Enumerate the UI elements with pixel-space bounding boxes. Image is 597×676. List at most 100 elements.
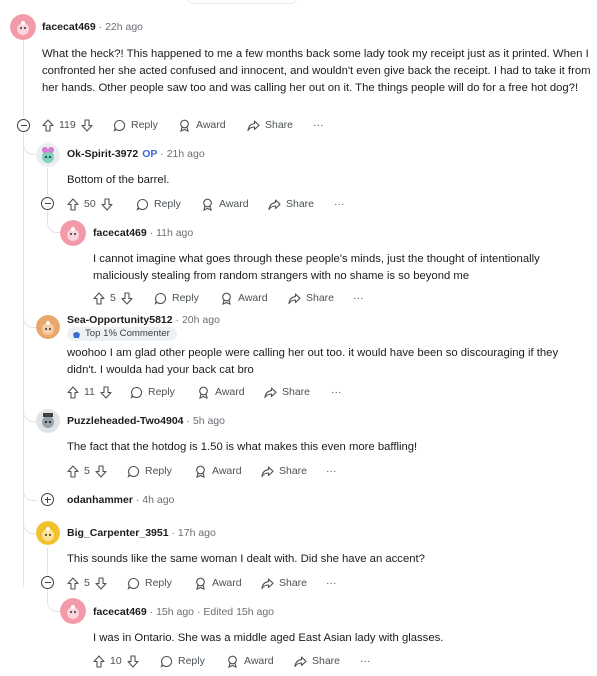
award-button[interactable]: Award	[178, 117, 226, 133]
share-icon	[247, 119, 260, 131]
collapse-toggle-big-carpenter[interactable]	[41, 576, 54, 589]
comment-time: 17h ago	[177, 527, 216, 539]
comment-meta: facecat469 · 15h ago · Edited 15h ago	[93, 606, 275, 618]
award-button[interactable]: Award	[197, 384, 245, 400]
reply-button[interactable]: Reply	[154, 290, 199, 306]
comment-icon	[127, 577, 140, 590]
username[interactable]: facecat469	[42, 21, 96, 33]
downvote-icon[interactable]	[121, 291, 133, 305]
comment-meta: Puzzleheaded-Two4904 · 5h ago	[67, 415, 225, 427]
award-icon	[222, 292, 231, 305]
more-options-button[interactable]: ···	[326, 575, 337, 591]
avatar-ok-spirit-3972[interactable]	[36, 143, 60, 167]
comment-icon	[113, 119, 126, 132]
award-icon	[180, 119, 189, 132]
award-button[interactable]: Award	[226, 653, 274, 669]
username[interactable]: Puzzleheaded-Two4904	[67, 415, 184, 427]
share-button[interactable]: Share	[268, 196, 314, 212]
upvote-icon[interactable]	[67, 197, 79, 211]
downvote-icon[interactable]	[127, 654, 139, 668]
previous-content-stub	[186, 0, 298, 4]
comment-meta: facecat469 · 22h ago	[42, 21, 144, 33]
username[interactable]: facecat469	[93, 227, 147, 239]
downvote-icon[interactable]	[100, 385, 112, 399]
reply-button[interactable]: Reply	[127, 575, 172, 591]
upvote-group: 119	[42, 117, 93, 133]
upvote-group: 5	[93, 290, 133, 306]
username[interactable]: odanhammer	[67, 494, 133, 506]
vote-count: 5	[110, 292, 116, 304]
username[interactable]: Big_Carpenter_3951	[67, 527, 169, 539]
thread-connector-big-carpenter	[23, 132, 37, 534]
reply-button[interactable]: Reply	[130, 384, 175, 400]
share-button[interactable]: Share	[288, 290, 334, 306]
comment-meta-collapsed[interactable]: odanhammer · 4h ago	[67, 493, 174, 507]
upvote-icon[interactable]	[93, 291, 105, 305]
upvote-group: 10	[93, 653, 139, 669]
thread-line-big-carpenter	[47, 548, 48, 575]
downvote-icon[interactable]	[95, 576, 107, 590]
avatar-puzzleheaded-two4904[interactable]	[36, 409, 60, 433]
comment-meta: facecat469 · 11h ago	[93, 227, 194, 239]
award-icon	[196, 577, 205, 590]
comment-body: I was in Ontario. She was a middle aged …	[93, 632, 444, 644]
reply-button[interactable]: Reply	[160, 653, 205, 669]
username[interactable]: Sea-Opportunity5812	[67, 314, 173, 326]
share-button[interactable]: Share	[261, 575, 307, 591]
share-button[interactable]: Share	[261, 463, 307, 479]
upvote-icon[interactable]	[67, 464, 79, 478]
avatar-facecat469[interactable]	[60, 220, 86, 246]
vote-count: 50	[84, 198, 96, 210]
downvote-icon[interactable]	[95, 464, 107, 478]
upvote-icon[interactable]	[42, 118, 54, 132]
comment-actions: 11 Reply Award Share ···	[67, 384, 367, 400]
collapse-toggle-root[interactable]	[17, 119, 30, 132]
share-button[interactable]: Share	[247, 117, 293, 133]
username[interactable]: facecat469	[93, 606, 147, 618]
collapse-toggle-ok-spirit[interactable]	[41, 197, 54, 210]
comment-actions: 5 Reply Award Share ···	[67, 575, 367, 591]
avatar-sea-opportunity5812[interactable]	[36, 315, 60, 339]
award-icon	[228, 655, 237, 668]
edited-label: Edited 15h ago	[203, 606, 275, 618]
comment-time: 5h ago	[192, 415, 225, 427]
award-button[interactable]: Award	[201, 196, 249, 212]
avatar-facecat469[interactable]	[10, 14, 36, 40]
comment-actions: 50 Reply Award Share ···	[67, 196, 367, 212]
share-button[interactable]: Share	[264, 384, 310, 400]
avatar-facecat469[interactable]	[60, 598, 86, 624]
expand-toggle-odanhammer[interactable]	[41, 493, 54, 506]
more-options-button[interactable]: ···	[353, 290, 364, 306]
comment-time: 22h ago	[105, 21, 144, 33]
more-options-button[interactable]: ···	[313, 117, 324, 133]
downvote-icon[interactable]	[101, 197, 113, 211]
upvote-group: 5	[67, 463, 107, 479]
upvote-group: 5	[67, 575, 107, 591]
comment-body: This sounds like the same woman I dealt …	[67, 553, 425, 565]
comment-actions: 119 Reply Award Share ···	[42, 117, 342, 133]
downvote-icon[interactable]	[81, 118, 93, 132]
comment-meta: Ok-Spirit-3972 OP · 21h ago	[67, 148, 205, 160]
more-options-button[interactable]: ···	[334, 196, 345, 212]
award-icon	[196, 465, 205, 478]
more-options-button[interactable]: ···	[331, 384, 342, 400]
reply-button[interactable]: Reply	[136, 196, 181, 212]
comment-body: Bottom of the barrel.	[67, 174, 170, 186]
upvote-icon[interactable]	[93, 654, 105, 668]
share-button[interactable]: Share	[294, 653, 340, 669]
upvote-icon[interactable]	[67, 385, 79, 399]
award-button[interactable]: Award	[220, 290, 268, 306]
share-icon	[261, 577, 274, 589]
vote-count: 10	[110, 655, 122, 667]
award-button[interactable]: Award	[194, 575, 242, 591]
username[interactable]: Ok-Spirit-3972	[67, 148, 138, 160]
more-options-button[interactable]: ···	[360, 653, 371, 669]
reply-button[interactable]: Reply	[113, 117, 158, 133]
top-commenter-badge: Top 1% Commenter	[67, 327, 177, 341]
avatar-big-carpenter-3951[interactable]	[36, 521, 60, 545]
thread-connector-facecat-reply-2	[47, 589, 61, 612]
reply-button[interactable]: Reply	[127, 463, 172, 479]
upvote-icon[interactable]	[67, 576, 79, 590]
award-button[interactable]: Award	[194, 463, 242, 479]
more-options-button[interactable]: ···	[326, 463, 337, 479]
